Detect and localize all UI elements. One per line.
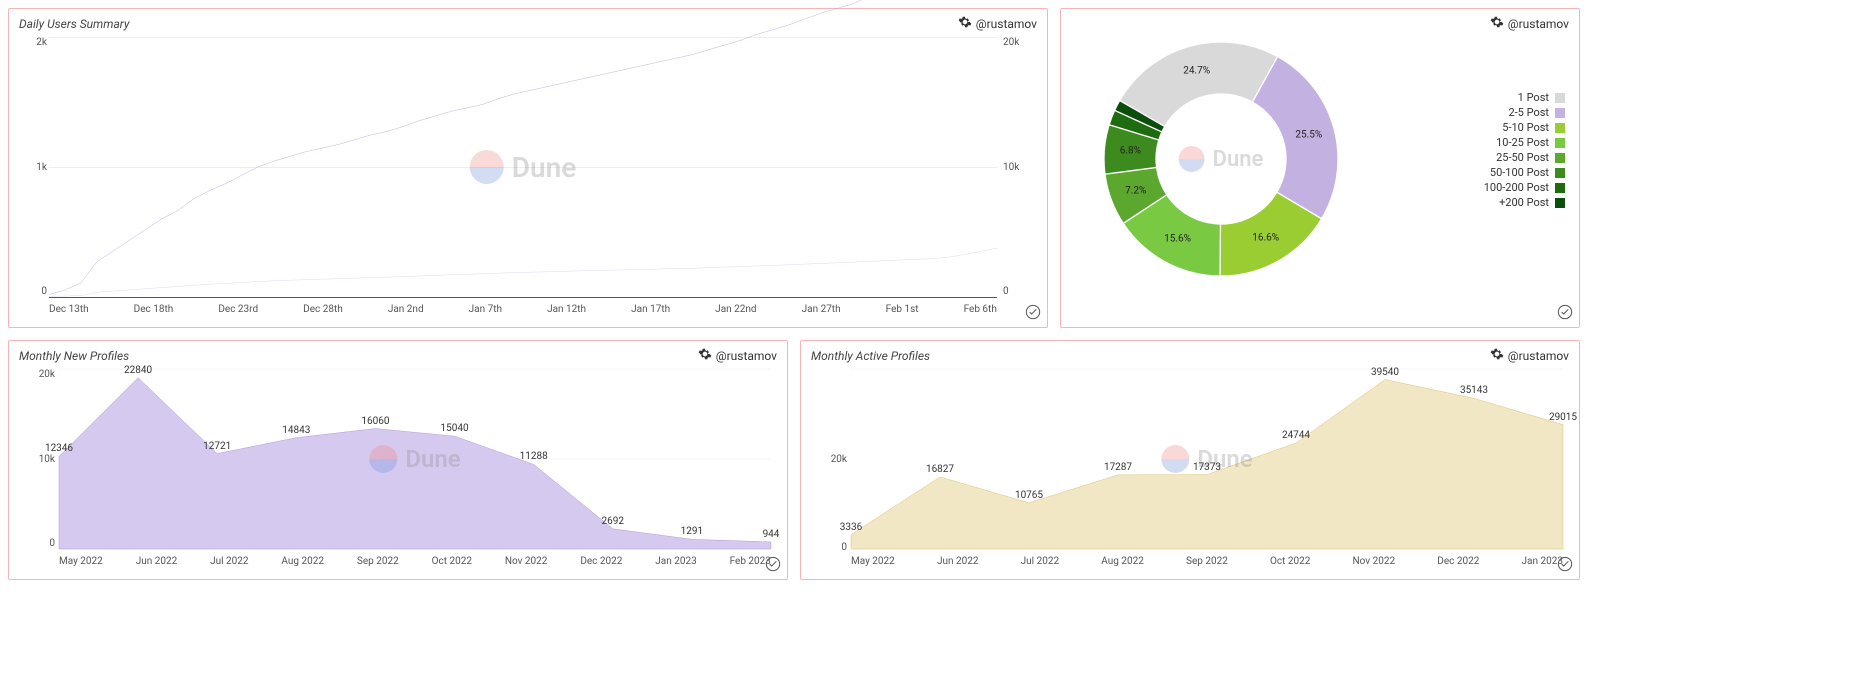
panel-monthly-active: Monthly Active Profiles @rustamov 20k 0 … bbox=[800, 340, 1580, 580]
author-handle: @rustamov bbox=[1508, 349, 1569, 363]
data-label: 1291 bbox=[681, 526, 703, 537]
data-label: 39540 bbox=[1371, 366, 1399, 377]
legend-item[interactable]: +200 Post bbox=[1484, 196, 1565, 209]
data-label: 12721 bbox=[203, 440, 231, 451]
data-label: 16060 bbox=[361, 415, 389, 426]
gear-icon bbox=[1490, 347, 1504, 364]
legend-item[interactable]: 1 Post bbox=[1484, 91, 1565, 104]
legend-item[interactable]: 50-100 Post bbox=[1484, 166, 1565, 179]
author-handle: @rustamov bbox=[1508, 17, 1569, 31]
data-label: 10765 bbox=[1015, 490, 1043, 501]
gear-icon bbox=[698, 347, 712, 364]
chart-author[interactable]: @rustamov bbox=[958, 15, 1037, 32]
check-icon[interactable] bbox=[1557, 304, 1573, 323]
panel-monthly-new: Monthly New Profiles @rustamov 20k 10k 0… bbox=[8, 340, 788, 580]
gear-icon bbox=[958, 15, 972, 32]
data-label: 11288 bbox=[520, 451, 548, 462]
data-label: 35143 bbox=[1460, 385, 1488, 396]
data-label: 944 bbox=[763, 529, 780, 540]
x-axis: May 2022Jun 2022Jul 2022Aug 2022Sep 2022… bbox=[59, 556, 771, 567]
data-label: 12346 bbox=[45, 443, 73, 454]
panel-daily-users: Daily Users Summary @rustamov 2k 1k 0 20… bbox=[8, 8, 1048, 328]
check-icon[interactable] bbox=[1557, 556, 1573, 575]
chart-title: Monthly Active Profiles bbox=[811, 349, 930, 363]
x-axis: Dec 13thDec 18thDec 23rdDec 28thJan 2ndJ… bbox=[49, 304, 997, 315]
dashboard-grid: Daily Users Summary @rustamov 2k 1k 0 20… bbox=[8, 8, 1874, 580]
chart-author[interactable]: @rustamov bbox=[1490, 15, 1569, 32]
data-label: 2692 bbox=[602, 516, 624, 527]
data-label: 17373 bbox=[1193, 461, 1221, 472]
chart-author[interactable]: @rustamov bbox=[1490, 347, 1569, 364]
gear-icon bbox=[1490, 15, 1504, 32]
donut-chart: 24.7%25.5%16.6%15.6%7.2%6.8% Dune bbox=[1091, 29, 1351, 289]
check-icon[interactable] bbox=[1025, 304, 1041, 323]
data-label: 24744 bbox=[1282, 430, 1310, 441]
data-label: 17287 bbox=[1104, 462, 1132, 473]
chart-area-active: Dune 33361682710765172871737324744395403… bbox=[851, 369, 1563, 549]
chart-area-new: Dune 12346228401272114843160601504011288… bbox=[59, 369, 771, 549]
legend-item[interactable]: 10-25 Post bbox=[1484, 136, 1565, 149]
chart-area-daily: Dune bbox=[49, 37, 997, 297]
check-icon[interactable] bbox=[765, 556, 781, 575]
data-label: 16827 bbox=[926, 464, 954, 475]
chart-title: Monthly New Profiles bbox=[19, 349, 129, 363]
legend-item[interactable]: 100-200 Post bbox=[1484, 181, 1565, 194]
author-handle: @rustamov bbox=[716, 349, 777, 363]
y-axis-left: 2k 1k 0 bbox=[17, 37, 47, 297]
y-axis-right: 20k 10k 0 bbox=[1003, 37, 1033, 297]
x-axis: May 2022Jun 2022Jul 2022Aug 2022Sep 2022… bbox=[851, 556, 1563, 567]
legend-item[interactable]: 25-50 Post bbox=[1484, 151, 1565, 164]
donut-legend: 1 Post 2-5 Post 5-10 Post 10-25 Post 25-50 P… bbox=[1484, 89, 1565, 211]
chart-author[interactable]: @rustamov bbox=[698, 347, 777, 364]
y-axis: 20k 10k 0 bbox=[19, 369, 55, 549]
panel-post-distribution: @rustamov 24.7%25.5%16.6%15.6%7.2%6.8% D… bbox=[1060, 8, 1580, 328]
data-label: 3336 bbox=[840, 521, 862, 532]
legend-item[interactable]: 2-5 Post bbox=[1484, 106, 1565, 119]
chart-title: Daily Users Summary bbox=[19, 17, 129, 31]
author-handle: @rustamov bbox=[976, 17, 1037, 31]
data-label: 22840 bbox=[124, 364, 152, 375]
legend-item[interactable]: 5-10 Post bbox=[1484, 121, 1565, 134]
data-label: 29015 bbox=[1549, 411, 1577, 422]
data-label: 15040 bbox=[440, 423, 468, 434]
data-label: 14843 bbox=[282, 424, 310, 435]
